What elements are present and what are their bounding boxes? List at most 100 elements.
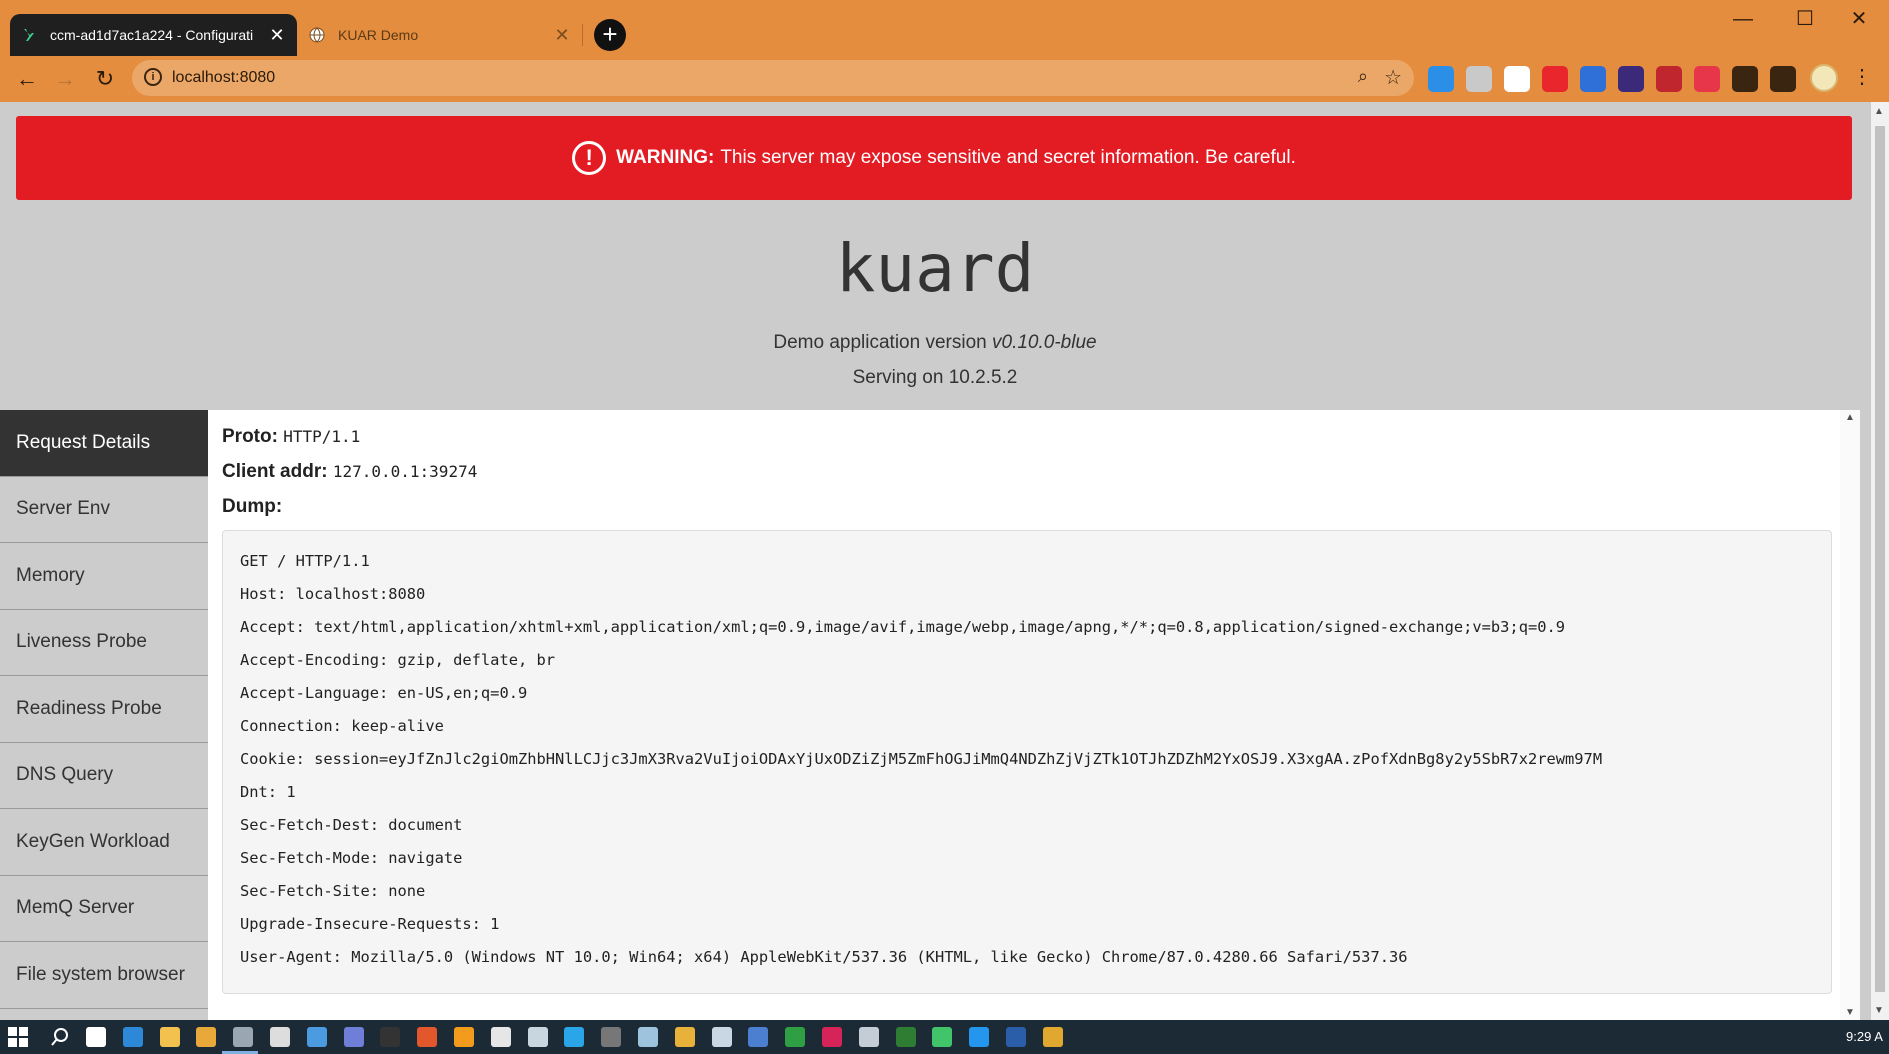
back-arrow-icon[interactable]: ←	[12, 64, 42, 94]
scroll-up-icon[interactable]: ▲	[1874, 106, 1884, 117]
scroll-down-icon[interactable]: ▼	[1845, 1007, 1855, 1018]
dump-line: Sec-Fetch-Dest: document	[240, 816, 463, 834]
taskbar-app-13-icon[interactable]	[564, 1027, 585, 1047]
taskbar-app-20-icon[interactable]	[822, 1027, 842, 1047]
sidebar-item-readiness-probe[interactable]: Readiness Probe	[0, 676, 208, 743]
scrollbar-thumb[interactable]	[1875, 126, 1885, 992]
taskbar-app-7-icon[interactable]	[343, 1027, 364, 1047]
taskbar-app-1-icon[interactable]	[122, 1027, 143, 1047]
url-text[interactable]: localhost:8080	[172, 69, 275, 87]
ext-blue-icon[interactable]	[1428, 66, 1454, 92]
sidebar-nav: Request Details Server Env Memory Livene…	[0, 410, 208, 1020]
extensions-puzzle-icon[interactable]	[1732, 66, 1758, 92]
sidebar-item-server-env[interactable]: Server Env	[0, 476, 208, 543]
page-scrollbar[interactable]: ▲ ▼	[1871, 102, 1889, 1020]
ext-pocket-icon[interactable]	[1694, 66, 1720, 92]
warning-message: This server may expose sensitive and sec…	[720, 147, 1296, 168]
proto-label: Proto:	[222, 426, 278, 447]
browser-toolbar: ← → ↻ i localhost:8080 ⌕ ☆ ⋮	[0, 56, 1889, 102]
taskbar-app-15-icon[interactable]	[638, 1027, 658, 1047]
chrome-icon[interactable]	[196, 1027, 217, 1047]
scroll-down-icon[interactable]: ▼	[1874, 1005, 1884, 1016]
file-explorer-icon[interactable]	[159, 1027, 180, 1047]
search-icon[interactable]	[50, 1027, 70, 1047]
ext-ublock-icon[interactable]	[1656, 66, 1682, 92]
ext-cross-icon[interactable]	[1504, 66, 1530, 92]
sidebar-item-request-details[interactable]: Request Details	[0, 410, 208, 477]
ext-grey-icon[interactable]	[1466, 66, 1492, 92]
taskbar-app-18-icon[interactable]	[748, 1027, 769, 1047]
tab-kuar-demo[interactable]: KUAR Demo ✕	[298, 14, 582, 56]
sidebar-item-dns-query[interactable]: DNS Query	[0, 742, 208, 809]
sidebar-item-keygen-workload[interactable]: KeyGen Workload	[0, 809, 208, 876]
exclamation-circle-icon: !	[572, 141, 607, 175]
tab-close-icon[interactable]: ✕	[552, 25, 572, 46]
reading-list-icon[interactable]	[1770, 66, 1796, 92]
site-info-icon[interactable]: i	[144, 68, 162, 86]
tab-close-icon[interactable]: ✕	[267, 25, 287, 46]
powershell-icon[interactable]	[1006, 1027, 1026, 1047]
taskbar-app-19-icon[interactable]	[785, 1027, 806, 1047]
dump-line: Cookie: session=eyJfZnJlc2giOmZhbHNlLCJj…	[240, 750, 1603, 768]
settings-icon[interactable]	[270, 1027, 290, 1047]
taskbar-app-10-icon[interactable]	[454, 1027, 474, 1047]
taskbar-app-11-icon[interactable]	[490, 1027, 511, 1047]
dump-row: Dump:	[222, 496, 282, 518]
proto-value: HTTP/1.1	[283, 427, 361, 446]
sidebar-item-file-system-browser[interactable]: File system browser	[0, 942, 208, 1009]
taskbar-app-9-icon[interactable]	[417, 1027, 438, 1047]
new-tab-button[interactable]: +	[594, 19, 626, 51]
address-bar[interactable]: i localhost:8080 ⌕ ☆	[132, 60, 1414, 96]
windows-start-icon[interactable]	[8, 1027, 28, 1047]
scroll-up-icon[interactable]: ▲	[1845, 412, 1855, 423]
dump-line: Accept-Language: en-US,en;q=0.9	[240, 684, 528, 702]
warning-banner: ! WARNING: This server may expose sensit…	[16, 116, 1852, 200]
profile-avatar[interactable]	[1810, 64, 1838, 92]
taskbar-app-14-icon[interactable]	[601, 1027, 622, 1047]
dump-line: Dnt: 1	[240, 783, 296, 801]
taskbar-app-6-icon[interactable]	[306, 1027, 327, 1047]
version-line: Demo application version v0.10.0-blue	[0, 332, 1870, 354]
page-viewport: ! WARNING: This server may expose sensit…	[0, 102, 1889, 1020]
proto-row: Proto: HTTP/1.1	[222, 426, 360, 448]
windows-taskbar: 9:29 A	[0, 1020, 1889, 1054]
dump-line: Connection: keep-alive	[240, 717, 444, 735]
sidebar-item-memory[interactable]: Memory	[0, 543, 208, 610]
sidebar-item-liveness-probe[interactable]: Liveness Probe	[0, 609, 208, 676]
taskbar-app-22-icon[interactable]	[895, 1027, 916, 1047]
terminal-icon[interactable]	[380, 1027, 401, 1047]
taskbar-app-24-icon[interactable]	[969, 1027, 990, 1047]
maximize-icon[interactable]: ☐	[1782, 4, 1828, 34]
minimize-icon[interactable]: —	[1720, 4, 1766, 34]
ext-red-hand-icon[interactable]	[1542, 66, 1568, 92]
forward-arrow-icon[interactable]: →	[50, 64, 80, 94]
taskbar-app-23-icon[interactable]	[932, 1027, 953, 1047]
client-addr-row: Client addr: 127.0.0.1:39274	[222, 461, 477, 483]
task-view-icon[interactable]	[86, 1027, 106, 1047]
dump-line: Accept-Encoding: gzip, deflate, br	[240, 651, 556, 669]
clock[interactable]: 9:29 A	[1846, 1029, 1883, 1044]
taskbar-app-21-icon[interactable]	[858, 1027, 879, 1047]
git-icon[interactable]	[1042, 1027, 1063, 1047]
zoom-icon[interactable]: ⌕	[1358, 66, 1368, 87]
tab-strip: ccm-ad1d7ac1a224 - Configurati ✕ KUAR De…	[0, 0, 1889, 56]
ext-multicolor-icon[interactable]	[1618, 66, 1644, 92]
taskbar-app-16-icon[interactable]	[674, 1027, 695, 1047]
menu-kebab-icon[interactable]: ⋮	[1852, 64, 1872, 89]
tab-configuration[interactable]: ccm-ad1d7ac1a224 - Configurati ✕	[10, 14, 297, 56]
sidebar-item-memq-server[interactable]: MemQ Server	[0, 875, 208, 942]
dump-line: Sec-Fetch-Mode: navigate	[240, 849, 463, 867]
serving-address: Serving on 10.2.5.2	[852, 367, 1018, 388]
tab-favicon-icon	[20, 26, 38, 44]
panel-scrollbar[interactable]: ▲ ▼	[1840, 410, 1860, 1020]
bookmark-star-icon[interactable]: ☆	[1384, 65, 1402, 90]
taskbar-app-12-icon[interactable]	[527, 1027, 548, 1047]
extensions-area	[1428, 66, 1796, 92]
window-close-icon[interactable]: ✕	[1836, 4, 1882, 34]
taskbar-app-17-icon[interactable]	[711, 1027, 732, 1047]
version-value: v0.10.0-blue	[992, 332, 1097, 353]
reload-icon[interactable]: ↻	[90, 64, 120, 94]
ext-shield-icon[interactable]	[1580, 66, 1606, 92]
taskbar-app-4-icon[interactable]	[233, 1027, 254, 1047]
globe-icon	[308, 26, 326, 44]
